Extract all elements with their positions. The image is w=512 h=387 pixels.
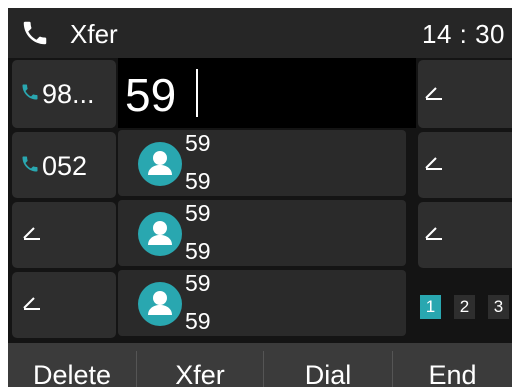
edit-icon — [23, 297, 40, 310]
dial-input-value: 59 — [125, 69, 177, 121]
contact-name: 59 — [185, 130, 211, 156]
status-bar: Xfer 14 : 30 — [8, 8, 512, 58]
line-key-4[interactable] — [12, 272, 116, 338]
screen-title: Xfer — [70, 19, 118, 49]
phone-icon — [22, 84, 38, 100]
avatar — [138, 282, 182, 326]
line-key-2[interactable]: 052 — [12, 132, 116, 198]
edit-icon — [425, 87, 442, 100]
delete-softkey[interactable]: Delete — [8, 343, 136, 387]
dial-softkey[interactable]: Dial — [264, 343, 392, 387]
text-cursor — [196, 69, 198, 117]
right-key-1[interactable] — [418, 60, 512, 128]
edit-icon — [425, 157, 442, 170]
softkey-bar: Delete Xfer Dial End — [8, 343, 512, 387]
contact-number: 59 — [185, 168, 211, 194]
contact-result-2[interactable]: 59 59 — [118, 200, 406, 266]
contact-name: 59 — [185, 200, 211, 226]
contact-number: 59 — [185, 308, 211, 334]
person-icon — [148, 151, 172, 175]
right-key-2[interactable] — [418, 132, 512, 198]
page-indicator-3[interactable]: 3 — [488, 295, 509, 319]
phone-icon — [23, 21, 47, 45]
phone-screen: Xfer 14 : 30 98... 052 59 59 59 59 59 59… — [8, 8, 512, 387]
page-indicator-2[interactable]: 2 — [454, 295, 475, 319]
line-key-label: 052 — [42, 151, 88, 181]
xfer-softkey[interactable]: Xfer — [137, 343, 263, 387]
line-key-1[interactable]: 98... — [12, 60, 116, 128]
contact-result-3[interactable]: 59 59 — [118, 270, 406, 336]
page-indicator-1[interactable]: 1 — [420, 295, 441, 319]
contact-number: 59 — [185, 238, 211, 264]
clock: 14 : 30 — [422, 19, 506, 49]
right-key-3[interactable] — [418, 202, 512, 268]
edit-icon — [23, 227, 40, 240]
avatar — [138, 142, 182, 186]
end-softkey[interactable]: End — [393, 343, 512, 387]
contact-name: 59 — [185, 270, 211, 296]
avatar — [138, 212, 182, 256]
phone-icon — [22, 156, 38, 172]
line-key-label: 98... — [42, 79, 95, 109]
edit-icon — [425, 227, 442, 240]
line-key-3[interactable] — [12, 202, 116, 268]
contact-result-1[interactable]: 59 59 — [118, 130, 406, 196]
person-icon — [148, 291, 172, 315]
dial-input[interactable]: 59 — [118, 58, 416, 128]
person-icon — [148, 221, 172, 245]
